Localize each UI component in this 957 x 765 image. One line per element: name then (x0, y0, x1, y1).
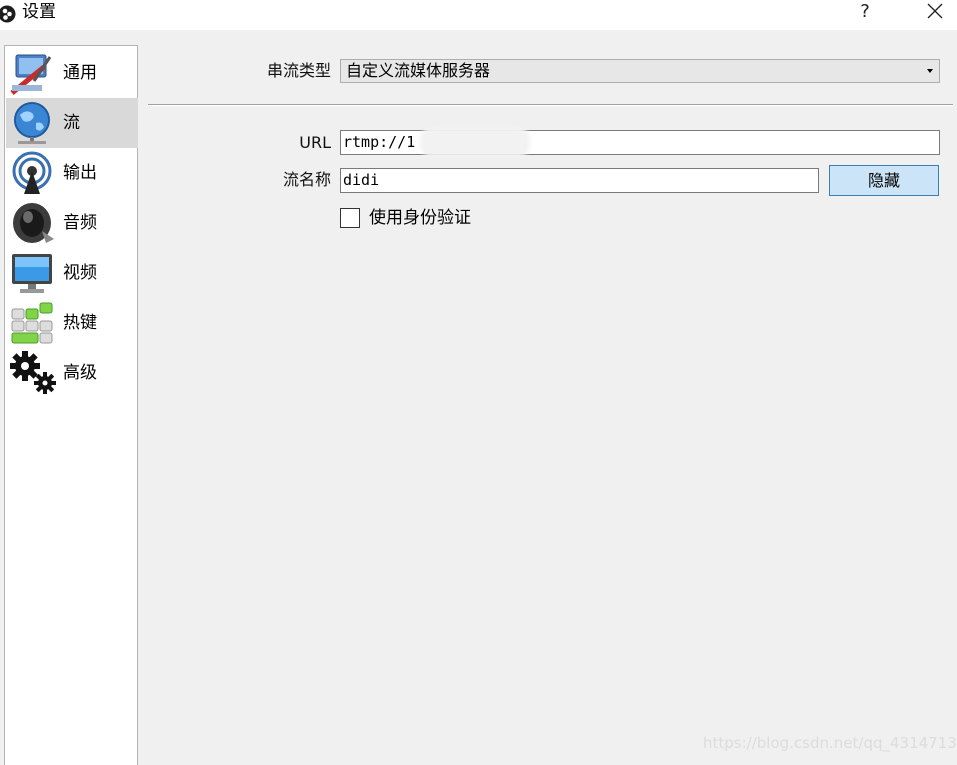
sidebar-item-label: 高级 (63, 363, 97, 383)
monitor-icon (12, 254, 52, 293)
url-label: URL (299, 133, 331, 152)
hide-button[interactable]: 隐藏 (829, 165, 939, 196)
sidebar-item-label: 输出 (63, 163, 97, 183)
sidebar-item-label: 流 (63, 113, 80, 133)
stream-globe-icon (14, 102, 50, 144)
use-auth-checkbox[interactable] (340, 208, 360, 228)
sidebar-item-output[interactable]: 输出 (6, 148, 138, 198)
sidebar-item-general[interactable]: 通用 (6, 48, 138, 98)
keyboard-icon (11, 302, 53, 344)
help-button[interactable]: ? (851, 0, 879, 28)
sidebar-item-label: 音频 (63, 213, 97, 233)
title-bar: 设置 ? (0, 0, 957, 30)
output-broadcast-icon (12, 151, 52, 194)
stream-type-value: 自定义流媒体服务器 (346, 61, 491, 80)
sidebar-item-hotkeys[interactable]: 热键 (6, 298, 138, 348)
sidebar-item-label: 视频 (63, 263, 97, 283)
sidebar-item-stream[interactable]: 流 (6, 98, 138, 148)
window-title: 设置 (22, 2, 56, 22)
general-icon (10, 54, 52, 95)
use-auth-label[interactable]: 使用身份验证 (369, 206, 471, 230)
chevron-down-icon (927, 69, 933, 73)
sidebar-item-label: 通用 (63, 63, 97, 83)
sidebar-item-label: 热键 (63, 313, 97, 333)
sidebar-item-advanced[interactable]: 高级 (6, 348, 138, 398)
sidebar-item-audio[interactable]: 音频 (6, 198, 138, 248)
speaker-icon (13, 203, 54, 243)
sidebar-item-video[interactable]: 视频 (6, 248, 138, 298)
gears-icon (10, 351, 56, 394)
watermark: https://blog.csdn.net/qq_43147136 (703, 734, 957, 752)
redaction-blur (420, 127, 530, 157)
stream-type-label: 串流类型 (266, 61, 331, 80)
separator-line (148, 104, 953, 106)
close-icon[interactable] (921, 0, 949, 28)
settings-sidebar: 通用 流 输出 音频 视频 热键 高级 (4, 45, 138, 765)
stream-type-select[interactable]: 自定义流媒体服务器 (340, 59, 940, 83)
stream-key-input[interactable]: didi (340, 168, 819, 193)
stream-key-label: 流名称 (282, 170, 331, 189)
obs-app-icon (0, 5, 16, 23)
